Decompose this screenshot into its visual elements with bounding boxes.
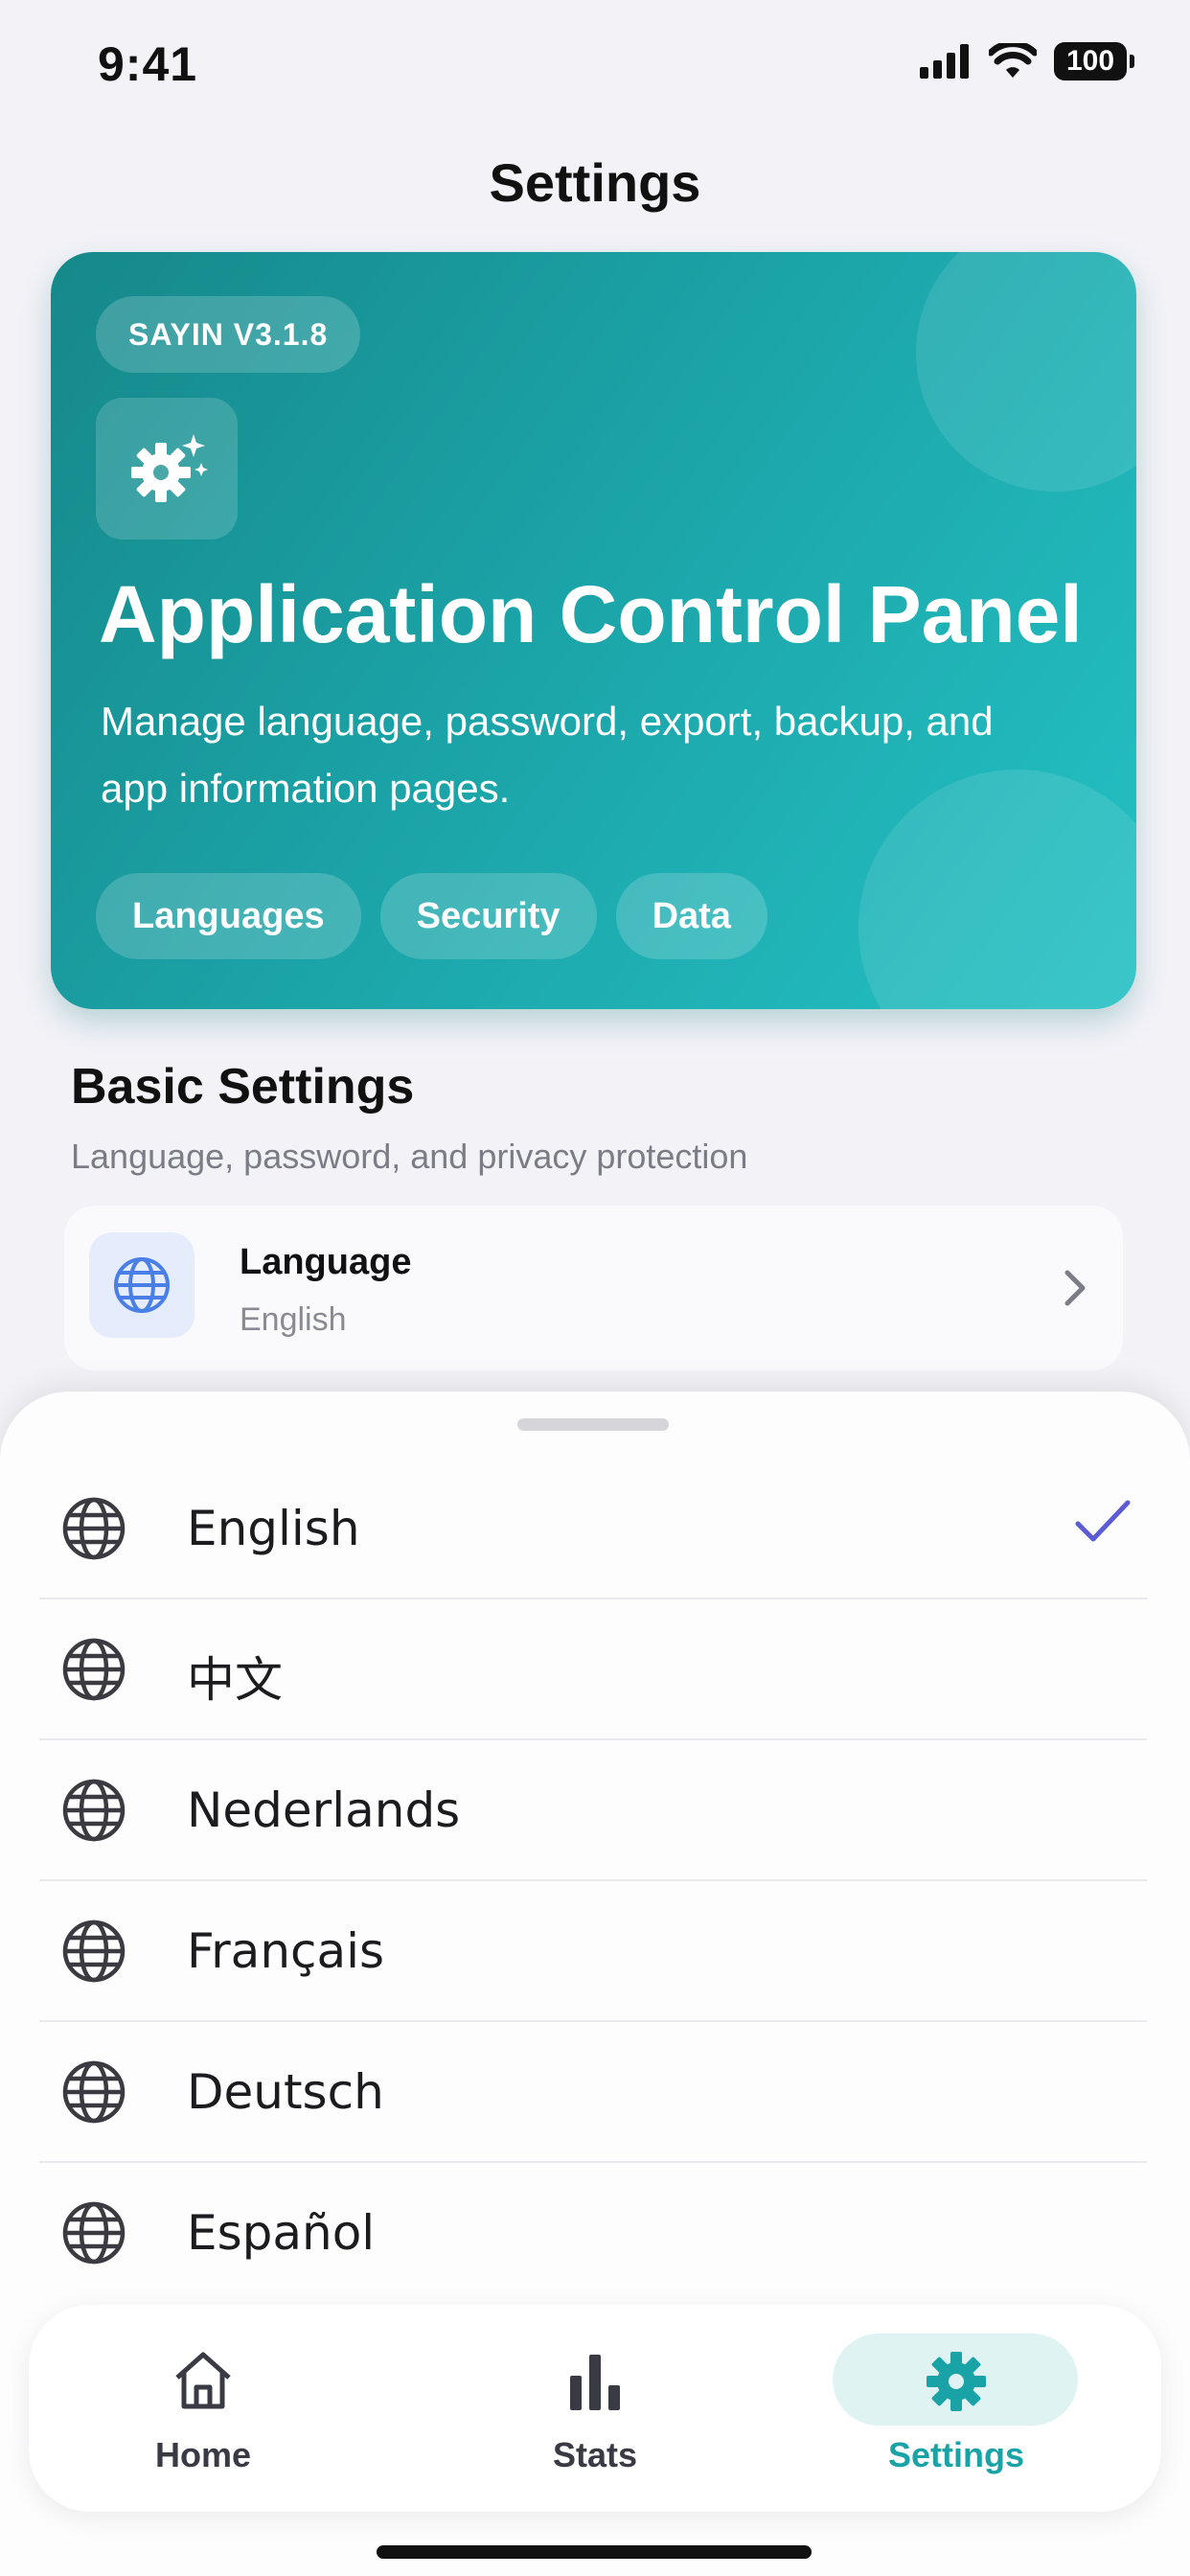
version-badge: SAYIN V3.1.8	[96, 296, 361, 373]
chip-languages[interactable]: Languages	[96, 873, 361, 959]
home-indicator	[377, 2545, 812, 2559]
language-option-dutch[interactable]: Nederlands	[39, 1740, 1147, 1881]
wifi-icon	[989, 43, 1037, 80]
tab-label: Stats	[552, 2435, 638, 2474]
section-title: Basic Settings	[71, 1059, 415, 1115]
tab-bar: Home Stats Settings	[29, 2305, 1161, 2512]
sheet-handle[interactable]	[517, 1418, 669, 1431]
chip-security[interactable]: Security	[379, 873, 597, 959]
language-label: Deutsch	[187, 2064, 384, 2120]
globe-icon	[89, 1232, 195, 1338]
tab-label: Settings	[887, 2435, 1024, 2474]
globe-icon	[61, 1496, 126, 1566]
gear-sparkle-icon	[96, 398, 238, 540]
hero-title: Application Control Panel	[99, 569, 1083, 659]
home-icon	[172, 2349, 235, 2417]
status-icons: 100	[920, 42, 1134, 80]
status-bar: 9:41 100	[0, 0, 1190, 134]
language-label: Español	[187, 2205, 376, 2261]
chip-data[interactable]: Data	[615, 873, 767, 959]
language-list: English 中文 Nederlands Français Deutsch E…	[39, 1459, 1147, 2302]
row-value: English	[240, 1301, 347, 1338]
signal-icon	[920, 44, 972, 79]
battery-level: 100	[1054, 42, 1127, 80]
tab-stats[interactable]: Stats	[470, 2339, 720, 2483]
status-time: 9:41	[98, 37, 198, 91]
tab-home[interactable]: Home	[79, 2339, 328, 2483]
gear-icon	[924, 2349, 989, 2419]
language-label: Nederlands	[187, 1782, 461, 1838]
page-title: Settings	[489, 152, 701, 213]
tab-label: Home	[154, 2435, 252, 2474]
language-label: Français	[187, 1923, 385, 1979]
checkmark-icon	[1074, 1497, 1132, 1550]
globe-icon	[61, 2059, 126, 2129]
battery-icon: 100	[1054, 42, 1134, 80]
globe-icon	[61, 1919, 126, 1989]
language-option-spanish[interactable]: Español	[39, 2163, 1147, 2302]
language-label: 中文	[187, 1652, 283, 1708]
language-option-chinese[interactable]: 中文	[39, 1599, 1147, 1740]
row-title: Language	[240, 1242, 412, 1282]
hero-card: SAYIN V3.1.8 Application Control Panel M…	[51, 252, 1136, 1009]
bar-chart-icon	[566, 2349, 624, 2417]
section-subtitle: Language, password, and privacy protecti…	[71, 1137, 748, 1176]
language-option-german[interactable]: Deutsch	[39, 2022, 1147, 2163]
tab-settings[interactable]: Settings	[832, 2339, 1081, 2483]
language-setting-row[interactable]: Language English	[64, 1206, 1123, 1370]
chevron-right-icon	[1062, 1267, 1088, 1314]
globe-icon	[61, 1778, 126, 1848]
globe-icon	[61, 2200, 126, 2270]
hero-chips: Languages Security Data	[96, 873, 767, 959]
language-label: English	[187, 1501, 360, 1556]
hero-description: Manage language, password, export, backu…	[101, 699, 994, 811]
globe-icon	[61, 1637, 126, 1707]
language-option-english[interactable]: English	[39, 1459, 1147, 1599]
language-option-french[interactable]: Français	[39, 1881, 1147, 2022]
